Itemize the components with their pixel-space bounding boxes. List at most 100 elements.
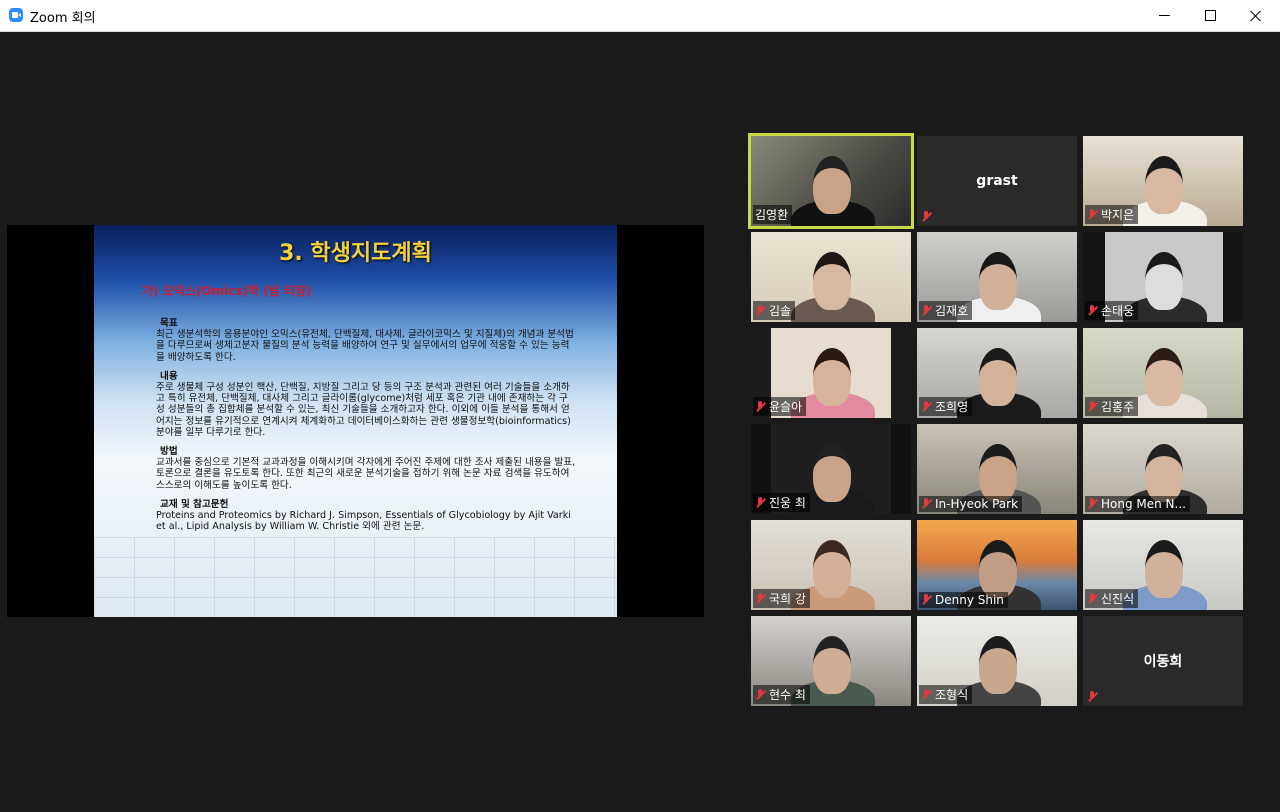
participant-tile[interactable]: 박지은 (1083, 136, 1243, 226)
participant-name: 윤슬아 (769, 400, 803, 414)
participant-tile[interactable]: Denny Shin (917, 520, 1077, 610)
participant-name-label: Hong Men N... (1085, 496, 1190, 512)
participant-tile[interactable]: 김홍주 (1083, 328, 1243, 418)
participant-tile[interactable]: 손태웅 (1083, 232, 1243, 322)
participant-tile[interactable]: 김재호 (917, 232, 1077, 322)
participant-mute-indicator (919, 210, 939, 224)
slide-subtitle: 가) 오믹스(Omics)학 (팀 티칭) (142, 284, 312, 298)
participant-video-head (1145, 348, 1183, 406)
participant-tile[interactable]: 이동희 (1083, 616, 1243, 706)
slide-title: 3. 학생지도계획 (279, 241, 432, 266)
participant-name-label: 조희영 (919, 397, 973, 416)
close-button[interactable] (1233, 0, 1279, 31)
participant-name: Denny Shin (935, 593, 1004, 607)
participant-tile[interactable]: 조형식 (917, 616, 1077, 706)
presentation-slide: 3. 학생지도계획 가) 오믹스(Omics)학 (팀 티칭) 목표 최근 생분… (94, 225, 617, 617)
participant-tile[interactable]: 진웅 최 (751, 424, 911, 514)
mic-muted-icon (921, 594, 931, 606)
participant-display-name: 이동희 (1143, 654, 1183, 670)
participant-name: 현수 최 (769, 688, 806, 702)
mic-muted-icon (755, 496, 765, 509)
participant-video-head (813, 444, 851, 502)
minimize-button[interactable] (1141, 0, 1187, 31)
participant-video-head (813, 540, 851, 598)
participant-name-label: 손태웅 (1085, 301, 1139, 320)
mic-muted-icon (921, 400, 931, 413)
close-icon (1250, 10, 1262, 22)
participant-name-label: Denny Shin (919, 592, 1008, 608)
participant-name-label: 신진식 (1085, 589, 1139, 608)
mic-muted-icon (921, 498, 931, 510)
participant-tile[interactable]: In-Hyeok Park (917, 424, 1077, 514)
participant-tile[interactable]: 신진식 (1083, 520, 1243, 610)
participant-video-head (979, 348, 1017, 406)
participant-name-label: 김영환 (753, 205, 793, 224)
participant-video-head (1145, 156, 1183, 214)
section-text: 주로 생물체 구성 성분인 핵산, 단백질, 지방질 그리고 당 등의 구조 분… (156, 382, 571, 438)
participant-name: 손태웅 (1101, 304, 1135, 318)
participant-name-label: 현수 최 (753, 685, 810, 704)
participant-video-head (1145, 444, 1183, 502)
participant-name-label: 조형식 (919, 685, 973, 704)
participant-tile[interactable]: 윤슬아 (751, 328, 911, 418)
mic-muted-icon (755, 688, 765, 701)
participant-tile[interactable]: 조희영 (917, 328, 1077, 418)
section-text: 교과서를 중심으로 기본적 교과과정을 이해시키며 각자에게 주어진 주제에 대… (156, 457, 576, 491)
section-heading: 내용 (160, 370, 178, 382)
participant-name: 국희 강 (769, 592, 806, 606)
participant-name-label: In-Hyeok Park (919, 496, 1023, 512)
participant-tile[interactable]: 국희 강 (751, 520, 911, 610)
mic-muted-icon (921, 304, 931, 317)
participant-tile[interactable]: grast (917, 136, 1077, 226)
participant-name-label: 김홍주 (1085, 397, 1139, 416)
participant-name-label: 윤슬아 (753, 397, 807, 416)
mic-muted-icon (921, 211, 931, 223)
minimize-icon (1158, 15, 1170, 16)
participant-name: 김홍주 (1101, 400, 1135, 414)
participant-name: 진웅 최 (769, 496, 806, 510)
participant-tile[interactable]: 김솔 (751, 232, 911, 322)
maximize-button[interactable] (1187, 0, 1233, 31)
mic-muted-icon (1087, 208, 1097, 221)
participant-name: 김솔 (769, 304, 792, 318)
participant-tile[interactable]: 현수 최 (751, 616, 911, 706)
shared-screen[interactable]: 3. 학생지도계획 가) 오믹스(Omics)학 (팀 티칭) 목표 최근 생분… (7, 225, 704, 617)
participant-name: 조희영 (935, 400, 969, 414)
mic-muted-icon (755, 592, 765, 605)
participant-name-label: 박지은 (1085, 205, 1139, 224)
mic-muted-icon (1087, 691, 1097, 703)
window-title: Zoom 회의 (30, 11, 96, 26)
mic-muted-icon (755, 304, 765, 317)
participant-video-head (1145, 540, 1183, 598)
mic-muted-icon (1087, 304, 1097, 317)
participant-mute-indicator (1085, 690, 1105, 704)
participant-video-head (979, 444, 1017, 502)
section-text: Proteins and Proteomics by Richard J. Si… (156, 510, 571, 533)
participant-tile[interactable]: Hong Men N... (1083, 424, 1243, 514)
participant-name-label: 진웅 최 (753, 493, 810, 512)
mic-muted-icon (1087, 592, 1097, 605)
participant-name: Hong Men N... (1101, 497, 1186, 511)
participant-name: In-Hyeok Park (935, 497, 1019, 511)
slide-background-grid (94, 537, 617, 617)
section-heading: 목표 (160, 318, 178, 329)
participant-video-head (813, 252, 851, 310)
participant-display-name: grast (976, 173, 1018, 189)
section-text: 최근 생분석학의 응용분야인 오믹스(유전체, 단백질체, 대사체, 글라이코믹… (156, 329, 574, 363)
participant-video-head (813, 348, 851, 406)
participant-video-head (813, 156, 851, 214)
participant-name: 조형식 (935, 688, 969, 702)
participant-video-head (1145, 252, 1183, 310)
section-heading: 방법 (160, 446, 178, 458)
participant-video-head (979, 540, 1017, 598)
slide-body: 목표 최근 생분석학의 응용분야인 오믹스(유전체, 단백질체, 대사체, 글라… (156, 318, 576, 532)
participant-tile[interactable]: 김영환 (748, 133, 914, 229)
participant-video-head (813, 636, 851, 694)
participant-name-label: 김재호 (919, 301, 973, 320)
maximize-icon (1204, 10, 1216, 21)
mic-muted-icon (1087, 498, 1097, 510)
participant-name: 김영환 (755, 208, 789, 222)
participant-video-head (979, 636, 1017, 694)
participant-name: 김재호 (935, 304, 969, 318)
mic-muted-icon (921, 688, 931, 701)
